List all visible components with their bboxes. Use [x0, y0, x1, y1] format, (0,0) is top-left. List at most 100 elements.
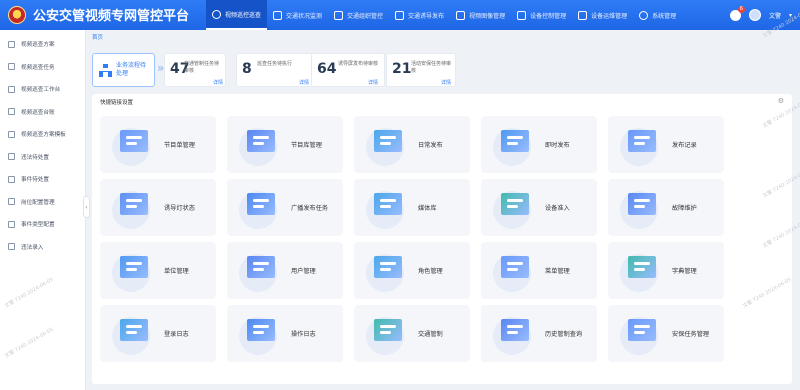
nav-item-6[interactable]: 设备运维管理 — [572, 0, 633, 30]
unit-icon — [112, 250, 154, 292]
quick-link-tile[interactable]: 诱导灯状态 — [100, 179, 216, 236]
sidebar-item-9[interactable]: 违法录入 — [0, 236, 85, 259]
panel-title: 快捷链接设置 — [100, 100, 134, 106]
nav-item-label: 视频图像管理 — [469, 12, 506, 20]
quick-link-tile[interactable]: 节目单管理 — [100, 116, 216, 173]
quick-link-label: 用户管理 — [291, 268, 316, 275]
quick-link-tile[interactable]: 用户管理 — [227, 242, 343, 299]
settings-icon[interactable]: ⚙ — [778, 97, 784, 105]
sidebar-item-icon — [8, 220, 15, 228]
user-name[interactable]: 文警 — [769, 11, 781, 20]
sidebar-item-5[interactable]: 违法待处置 — [0, 146, 85, 169]
sidebar-item-icon — [8, 175, 15, 183]
quick-link-tile[interactable]: 登录日志 — [100, 305, 216, 362]
workflow-icon — [99, 64, 112, 77]
sidebar-item-icon — [8, 243, 15, 251]
message-icon[interactable]: 6 — [729, 5, 745, 21]
nav-item-3[interactable]: 交通诱导发布 — [389, 0, 450, 30]
stat-card: 47 交通管制任务待审核 详情 — [164, 53, 226, 87]
sidebar-item-3[interactable]: 视频巡查台账 — [0, 101, 85, 124]
quick-link-label: 字典管理 — [672, 268, 697, 275]
quick-link-label: 历史管制查询 — [545, 331, 583, 338]
quick-link-tile[interactable]: 媒体库 — [354, 179, 470, 236]
sidebar-item-label: 视频巡查任务 — [21, 64, 55, 71]
sidebar-item-label: 事件类型配置 — [21, 222, 55, 229]
quick-link-tile[interactable]: 安保任务管理 — [608, 305, 724, 362]
nav-item-label: 交通诱导发布 — [408, 12, 445, 20]
quick-link-tile[interactable]: 发布记录 — [608, 116, 724, 173]
stat-value: 8 — [242, 61, 252, 77]
guide-light-icon — [112, 187, 154, 229]
top-bar: 公安交管视频专网管控平台 视频巡控巡查 交通状况监测 交通组织管控 交通诱导发布 视频图… — [0, 0, 800, 30]
quick-links-panel: 快捷链接设置 ⚙ 节目单管理 节目库管理 日常发布 即时发布 发布记录诱导灯状态 广播发布… — [92, 94, 792, 384]
broadcast-icon — [239, 187, 281, 229]
nav-item-label: 交通组织管控 — [347, 12, 384, 20]
role-icon — [366, 250, 408, 292]
quick-link-tile[interactable]: 单位管理 — [100, 242, 216, 299]
sidebar-item-label: 视频巡查方案 — [21, 42, 55, 49]
quick-link-tile[interactable]: 设备准入 — [481, 179, 597, 236]
quick-link-tile[interactable]: 即时发布 — [481, 116, 597, 173]
nav-item-label: 系统管理 — [652, 12, 677, 20]
device-access-icon — [493, 187, 535, 229]
quick-link-label: 诱导灯状态 — [164, 205, 195, 212]
quick-link-tile[interactable]: 故障维护 — [608, 179, 724, 236]
nav-item-1[interactable]: 交通状况监测 — [267, 0, 328, 30]
quick-link-label: 安保任务管理 — [672, 331, 710, 338]
sidebar-item-label: 违法录入 — [21, 244, 44, 251]
quick-link-label: 广播发布任务 — [291, 205, 329, 212]
program-library-icon — [239, 124, 281, 166]
stat-card: 64 诱导屏发布待审核 详情 — [311, 53, 385, 87]
quick-link-label: 媒体库 — [418, 205, 437, 212]
program-list-icon — [112, 124, 154, 166]
nav-item-5[interactable]: 设备控制管理 — [511, 0, 572, 30]
quick-link-tile[interactable]: 字典管理 — [608, 242, 724, 299]
sidebar-item-icon — [8, 63, 15, 71]
quick-link-tile[interactable]: 交通管制 — [354, 305, 470, 362]
avatar[interactable] — [748, 9, 761, 21]
sidebar-item-1[interactable]: 视频巡查任务 — [0, 56, 85, 79]
sidebar-item-4[interactable]: 视频巡查方案模板 — [0, 123, 85, 146]
quick-link-label: 菜单管理 — [545, 268, 570, 275]
stat-detail-link[interactable]: 详情 — [441, 79, 451, 86]
workflow-summary: 业务流程待处理 — [92, 53, 155, 87]
quick-link-tile[interactable]: 角色管理 — [354, 242, 470, 299]
sidebar-item-icon — [8, 85, 15, 93]
stat-label: 活动安保任务待审核 — [411, 61, 452, 74]
nav-item-2[interactable]: 交通组织管控 — [328, 0, 389, 30]
daily-publish-icon — [366, 124, 408, 166]
breadcrumb[interactable]: 首页 — [92, 33, 103, 41]
nav-item-4[interactable]: 视频图像管理 — [450, 0, 511, 30]
traffic-control-icon — [366, 313, 408, 355]
nav-icon — [273, 10, 283, 20]
stat-detail-link[interactable]: 详情 — [213, 79, 223, 86]
quick-link-tile[interactable]: 菜单管理 — [481, 242, 597, 299]
sidebar-item-6[interactable]: 事件待处置 — [0, 168, 85, 191]
quick-link-tile[interactable]: 操作日志 — [227, 305, 343, 362]
nav-item-label: 视频巡控巡查 — [225, 11, 262, 19]
sidebar-item-8[interactable]: 事件类型配置 — [0, 213, 85, 236]
sidebar-item-label: 违法待处置 — [21, 154, 49, 161]
sidebar-item-0[interactable]: 视频巡查方案 — [0, 33, 85, 56]
nav-item-7[interactable]: 系统管理 — [633, 0, 682, 30]
stat-detail-link[interactable]: 详情 — [299, 79, 309, 86]
nav-icon — [395, 10, 405, 20]
nav-icon — [639, 10, 649, 20]
quick-link-tile[interactable]: 广播发布任务 — [227, 179, 343, 236]
stat-label: 交通管制任务待审核 — [184, 61, 220, 74]
menu-icon — [493, 250, 535, 292]
quick-link-label: 角色管理 — [418, 268, 443, 275]
quick-link-tile[interactable]: 日常发布 — [354, 116, 470, 173]
sidebar-item-2[interactable]: 视频巡查工作台 — [0, 78, 85, 101]
nav-item-label: 交通状况监测 — [286, 12, 323, 20]
instant-publish-icon — [493, 124, 535, 166]
quick-link-tile[interactable]: 节目库管理 — [227, 116, 343, 173]
collapse-sidebar-button[interactable]: ‹ — [83, 196, 90, 218]
quick-link-label: 节目库管理 — [291, 142, 322, 149]
nav-item-0[interactable]: 视频巡控巡查 — [206, 0, 268, 30]
sidebar-item-label: 视频巡查台账 — [21, 109, 55, 116]
sidebar-item-7[interactable]: 岗位配置管理 — [0, 191, 85, 214]
quick-link-tile[interactable]: 历史管制查询 — [481, 305, 597, 362]
dictionary-icon — [620, 250, 662, 292]
stat-detail-link[interactable]: 详情 — [368, 79, 378, 86]
